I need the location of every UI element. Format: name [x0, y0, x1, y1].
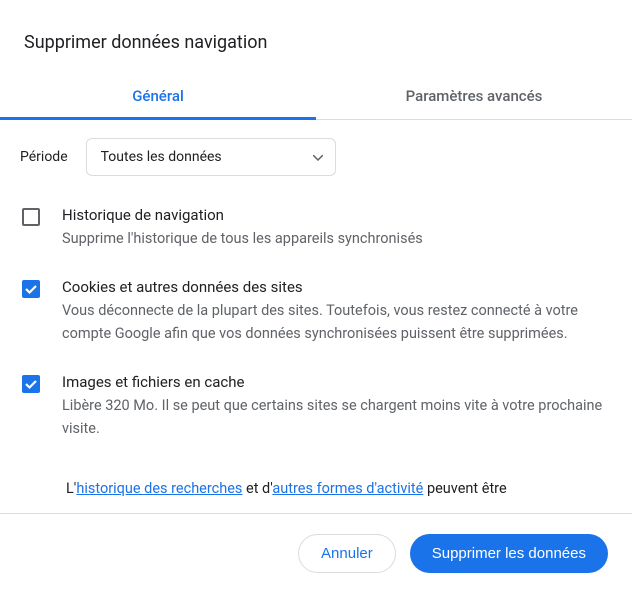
option-title: Historique de navigation	[62, 206, 612, 224]
option-title: Cookies et autres données des sites	[62, 278, 612, 296]
dialog-title: Supprimer données navigation	[0, 0, 632, 73]
option-title: Images et fichiers en cache	[62, 373, 612, 391]
tab-advanced[interactable]: Paramètres avancés	[316, 73, 632, 119]
info-prefix: L'	[66, 480, 76, 497]
link-other-activity[interactable]: autres formes d'activité	[272, 480, 423, 497]
option-browsing-history: Historique de navigation Supprime l'hist…	[20, 206, 612, 250]
tab-general[interactable]: Général	[0, 73, 316, 119]
option-text: Images et fichiers en cache Libère 320 M…	[62, 373, 612, 440]
option-desc: Libère 320 Mo. Il se peut que certains s…	[62, 395, 612, 440]
option-text: Cookies et autres données des sites Vous…	[62, 278, 612, 345]
content-area: Période Toutes les données Historique de…	[0, 120, 632, 513]
checkbox-cache[interactable]	[22, 375, 40, 393]
tab-bar: Général Paramètres avancés	[0, 73, 632, 120]
info-suffix: peuvent être	[423, 480, 506, 497]
tab-advanced-label: Paramètres avancés	[406, 87, 543, 105]
period-label: Période	[20, 149, 68, 165]
option-cookies: Cookies et autres données des sites Vous…	[20, 278, 612, 345]
confirm-button[interactable]: Supprimer les données	[410, 534, 608, 573]
info-mid: et d'	[242, 480, 272, 497]
clear-browsing-data-dialog: Supprimer données navigation Général Par…	[0, 0, 632, 593]
info-box: L'historique des recherches et d'autres …	[20, 468, 612, 500]
chevron-down-icon	[313, 149, 323, 165]
period-select[interactable]: Toutes les données	[86, 138, 336, 176]
tab-general-label: Général	[132, 87, 184, 105]
period-selected-value: Toutes les données	[101, 149, 222, 165]
option-text: Historique de navigation Supprime l'hist…	[62, 206, 612, 250]
checkbox-cookies[interactable]	[22, 280, 40, 298]
dialog-footer: Annuler Supprimer les données	[0, 513, 632, 593]
option-desc: Supprime l'historique de tous les appare…	[62, 228, 612, 250]
option-cache: Images et fichiers en cache Libère 320 M…	[20, 373, 612, 440]
checkbox-browsing-history[interactable]	[22, 208, 40, 226]
period-row: Période Toutes les données	[20, 138, 612, 176]
option-desc: Vous déconnecte de la plupart des sites.…	[62, 300, 612, 345]
link-search-history[interactable]: historique des recherches	[76, 480, 242, 497]
cancel-button[interactable]: Annuler	[298, 534, 396, 573]
